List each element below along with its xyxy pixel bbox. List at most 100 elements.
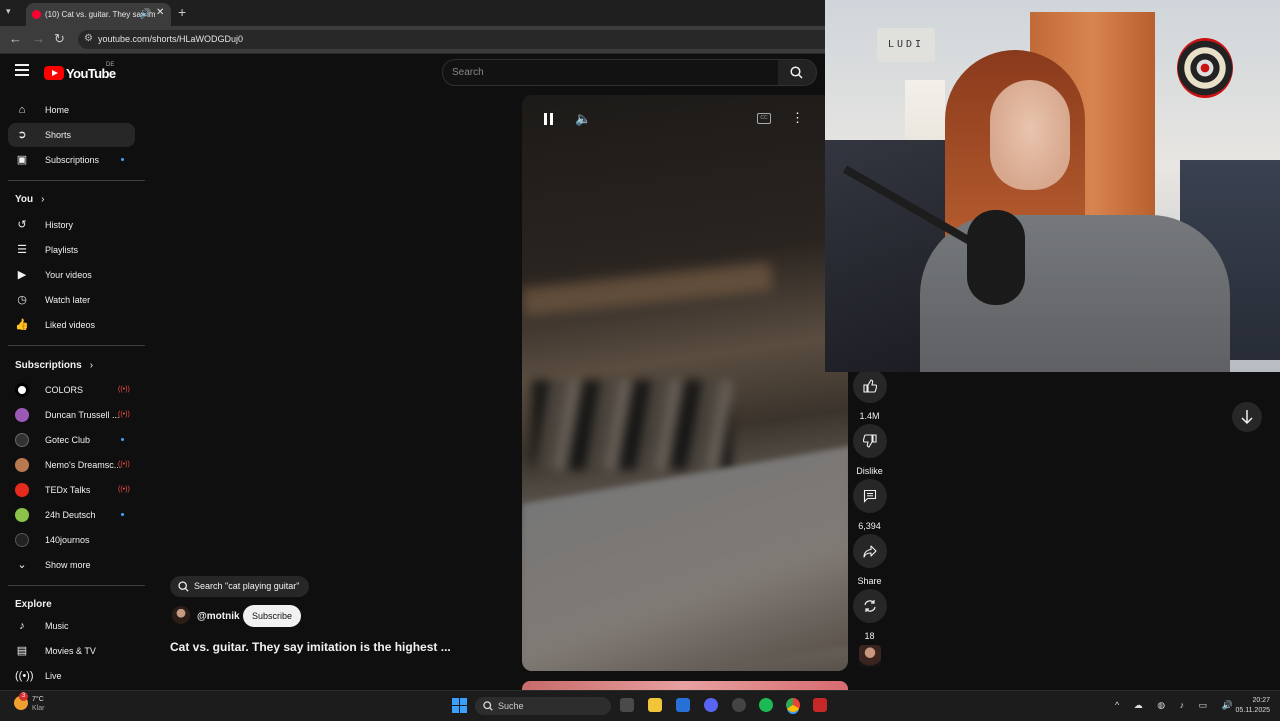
sidebar-channel-colors[interactable]: COLORS ((•)): [8, 378, 135, 402]
address-bar[interactable]: ⚙ youtube.com/shorts/HLaWODGDuj0: [78, 30, 838, 49]
subscriptions-heading[interactable]: Subscriptions ›: [15, 360, 93, 371]
temperature: 7°C: [32, 696, 44, 703]
sidebar-item-label: TEDx Talks: [45, 485, 91, 495]
remix-icon: [863, 600, 876, 612]
sidebar-item-shorts[interactable]: ➲ Shorts: [8, 123, 135, 147]
youtube-play-icon: [44, 66, 64, 80]
sidebar-channel-nemos-dreamscapes[interactable]: Nemo's Dreamsc... ((•)): [8, 453, 135, 477]
video-frame-detail: [532, 380, 732, 470]
video-title[interactable]: Cat vs. guitar. They say imitation is th…: [170, 640, 460, 654]
sidebar-item-live[interactable]: ((•)) Live: [8, 664, 135, 688]
you-heading[interactable]: You ›: [15, 194, 45, 205]
search-icon: [483, 701, 493, 711]
avatar[interactable]: [172, 606, 190, 624]
windows-start-icon[interactable]: [452, 698, 468, 714]
you-heading-label: You: [15, 194, 34, 205]
remix-button[interactable]: 18: [852, 589, 887, 641]
notification-badge: 3: [19, 692, 28, 701]
video-frame-detail: [522, 262, 773, 316]
channel-avatar: [15, 408, 29, 422]
channel-name[interactable]: @motnik: [197, 611, 240, 622]
sidebar-channel-140journos[interactable]: 140journos: [8, 528, 135, 552]
volume-icon[interactable]: 🔈: [575, 111, 591, 127]
playlists-icon: ☰: [17, 244, 27, 256]
dislike-button[interactable]: Dislike: [852, 424, 887, 476]
sidebar-channel-24h-deutsch[interactable]: 24h Deutsch: [8, 503, 135, 527]
sidebar-item-watch-later[interactable]: ◷ Watch later: [8, 288, 135, 312]
sidebar-item-playlists[interactable]: ☰ Playlists: [8, 238, 135, 262]
shorts-video-player[interactable]: [522, 95, 848, 671]
channel-thumbnail[interactable]: [859, 645, 881, 667]
system-tray[interactable]: ^ ☁ ◍ ♪ ▭ 🔊: [1115, 700, 1239, 711]
more-options-icon[interactable]: ⋮: [791, 110, 804, 126]
menu-icon[interactable]: [15, 64, 29, 79]
sidebar-item-liked-videos[interactable]: 👍 Liked videos: [8, 313, 135, 337]
back-icon[interactable]: ←: [9, 31, 22, 46]
webcam-overlay: LUDI: [825, 0, 1280, 372]
forward-icon[interactable]: →: [32, 31, 45, 46]
store-icon[interactable]: [676, 698, 690, 712]
discord-icon[interactable]: [704, 698, 718, 712]
sidebar-item-label: Playlists: [45, 245, 79, 255]
date: 05.11.2025: [1235, 707, 1270, 714]
like-button[interactable]: 1.4M: [852, 369, 887, 421]
task-view-icon[interactable]: [620, 698, 634, 712]
sidebar-item-label: Shorts: [45, 130, 72, 140]
url-text: youtube.com/shorts/HLaWODGDuj0: [98, 34, 244, 44]
subscribe-button[interactable]: Subscribe: [243, 605, 302, 627]
tab-audio-icon[interactable]: 🔊: [140, 8, 151, 19]
chrome-icon[interactable]: [786, 698, 800, 712]
browser-tab[interactable]: (10) Cat vs. guitar. They say imitation …: [26, 3, 171, 26]
file-explorer-icon[interactable]: [648, 698, 662, 712]
share-button[interactable]: Share: [852, 534, 887, 586]
reload-icon[interactable]: ↻: [54, 31, 65, 47]
tab-search-icon[interactable]: ▾: [6, 6, 11, 17]
music-icon: ♪: [19, 620, 25, 632]
obs-recording-icon[interactable]: [813, 698, 827, 712]
dartboard: [1177, 38, 1233, 98]
search-button[interactable]: [778, 59, 817, 86]
share-circle: [852, 534, 887, 568]
sidebar-item-label: Nemo's Dreamsc...: [45, 460, 122, 470]
clock[interactable]: 20:27 05.11.2025: [1226, 696, 1270, 716]
taskbar-search-label: Suche: [498, 701, 524, 711]
pause-button[interactable]: [543, 113, 555, 125]
sidebar-channel-duncan-trussell[interactable]: Duncan Trussell ... ((•)): [8, 403, 135, 427]
search-input[interactable]: Search: [442, 59, 779, 86]
microphone: [967, 210, 1025, 305]
sidebar-item-home[interactable]: ⌂ Home: [8, 98, 135, 122]
app-icon[interactable]: [732, 698, 746, 712]
sidebar-channel-gotec-club[interactable]: Gotec Club: [8, 428, 135, 452]
sidebar-item-your-videos[interactable]: ▶ Your videos: [8, 263, 135, 287]
sidebar-show-more[interactable]: ⌄ Show more: [8, 553, 135, 577]
sidebar-item-label: Music: [45, 621, 69, 631]
taskbar-search[interactable]: Suche: [475, 697, 611, 715]
sidebar-item-label: Home: [45, 105, 70, 115]
time: 20:27: [1252, 697, 1270, 704]
watch-later-icon: ◷: [17, 294, 27, 306]
search-placeholder: Search: [452, 67, 484, 78]
captions-icon[interactable]: CC: [757, 113, 771, 124]
like-circle: [852, 369, 887, 403]
chevron-right-icon: ›: [41, 194, 45, 205]
comment-count: 6,394: [858, 521, 881, 531]
thumbs-up-icon: 👍: [15, 319, 29, 331]
close-tab-icon[interactable]: ✕: [156, 7, 164, 18]
home-icon: ⌂: [18, 104, 26, 116]
sidebar-item-label: Watch later: [45, 295, 91, 305]
related-search-chip[interactable]: Search "cat playing guitar": [170, 576, 310, 597]
new-content-dot: [121, 158, 124, 161]
sidebar-item-subscriptions[interactable]: ▣ Subscriptions: [8, 148, 135, 172]
movies-icon: ▤: [16, 645, 28, 657]
sidebar-item-history[interactable]: ↺ History: [8, 213, 135, 237]
sidebar-item-label: History: [45, 220, 74, 230]
sidebar-item-music[interactable]: ♪ Music: [8, 614, 135, 638]
site-info-icon[interactable]: ⚙: [84, 33, 93, 44]
sidebar-item-movies-tv[interactable]: ▤ Movies & TV: [8, 639, 135, 663]
sidebar-channel-tedx-talks[interactable]: TEDx Talks ((•)): [8, 478, 135, 502]
spotify-icon[interactable]: [759, 698, 773, 712]
comments-button[interactable]: 6,394: [852, 479, 887, 531]
new-tab-icon[interactable]: +: [178, 4, 186, 20]
share-label: Share: [857, 576, 882, 586]
next-short-button[interactable]: [1232, 402, 1262, 432]
